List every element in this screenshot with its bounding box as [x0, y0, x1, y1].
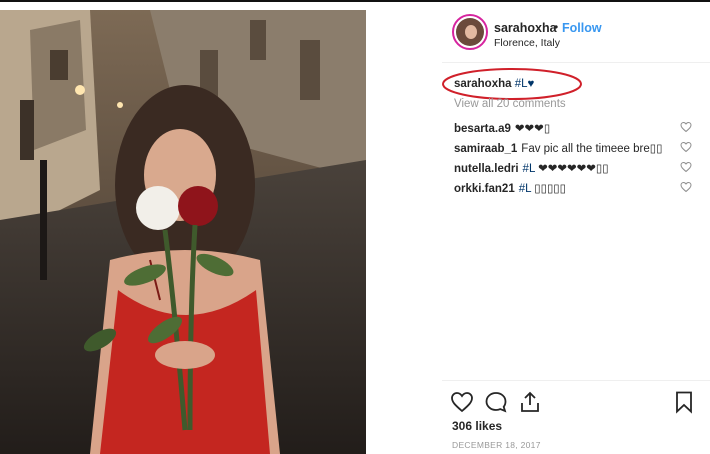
heart-outline-icon[interactable] — [680, 141, 692, 153]
comment-text: ▯▯▯▯▯ — [531, 183, 566, 195]
top-border — [0, 0, 710, 2]
comment-hashtag[interactable]: #L — [519, 183, 531, 195]
comment-username[interactable]: orkki.fan21 — [454, 183, 515, 195]
actions-divider — [442, 380, 710, 381]
separator-dot: • — [554, 20, 559, 34]
bookmark-icon[interactable] — [672, 390, 696, 414]
likes-count[interactable]: 306 likes — [452, 419, 502, 433]
header-divider — [442, 62, 710, 63]
avatar-image — [456, 18, 484, 46]
photo-icon — [0, 10, 366, 454]
heart-outline-icon[interactable] — [680, 161, 692, 173]
comment-item: samiraab_1 Fav pic all the timeee bre▯▯ — [454, 141, 694, 155]
comment-item: besarta.a9 ❤❤❤▯ — [454, 121, 694, 135]
comment-username[interactable]: samiraab_1 — [454, 143, 517, 155]
comment-text: ❤❤❤❤❤❤▯▯ — [534, 163, 609, 175]
post-date: DECEMBER 18, 2017 — [452, 440, 541, 450]
location-link[interactable]: Florence, Italy — [494, 37, 560, 49]
header-username[interactable]: sarahoxha — [494, 21, 557, 35]
like-heart-icon[interactable] — [450, 390, 474, 414]
comment-bubble-icon[interactable] — [484, 390, 508, 414]
post-sidebar: sarahoxha • Follow Florence, Italy sarah… — [442, 10, 710, 454]
heart-outline-icon[interactable] — [680, 181, 692, 193]
comment-text: ❤❤❤▯ — [514, 123, 551, 135]
comment-username[interactable]: nutella.ledri — [454, 163, 519, 175]
post-photo[interactable] — [0, 10, 366, 454]
post-header: sarahoxha • Follow Florence, Italy — [442, 10, 710, 58]
comment-item: nutella.ledri #L ❤❤❤❤❤❤▯▯ — [454, 161, 694, 175]
comment-hashtag[interactable]: #L — [523, 163, 535, 175]
view-all-comments-link[interactable]: View all 20 comments — [454, 98, 566, 110]
comment-item: orkki.fan21 #L ▯▯▯▯▯ — [454, 181, 694, 195]
red-annotation-circle — [442, 68, 582, 100]
comment-text: Fav pic all the timeee bre▯▯ — [521, 143, 663, 155]
avatar-face — [465, 25, 477, 39]
share-upload-icon[interactable] — [518, 390, 542, 414]
action-bar — [442, 386, 710, 416]
avatar[interactable] — [452, 14, 488, 50]
comment-username[interactable]: besarta.a9 — [454, 123, 511, 135]
heart-outline-icon[interactable] — [680, 121, 692, 133]
follow-button[interactable]: Follow — [562, 21, 602, 35]
